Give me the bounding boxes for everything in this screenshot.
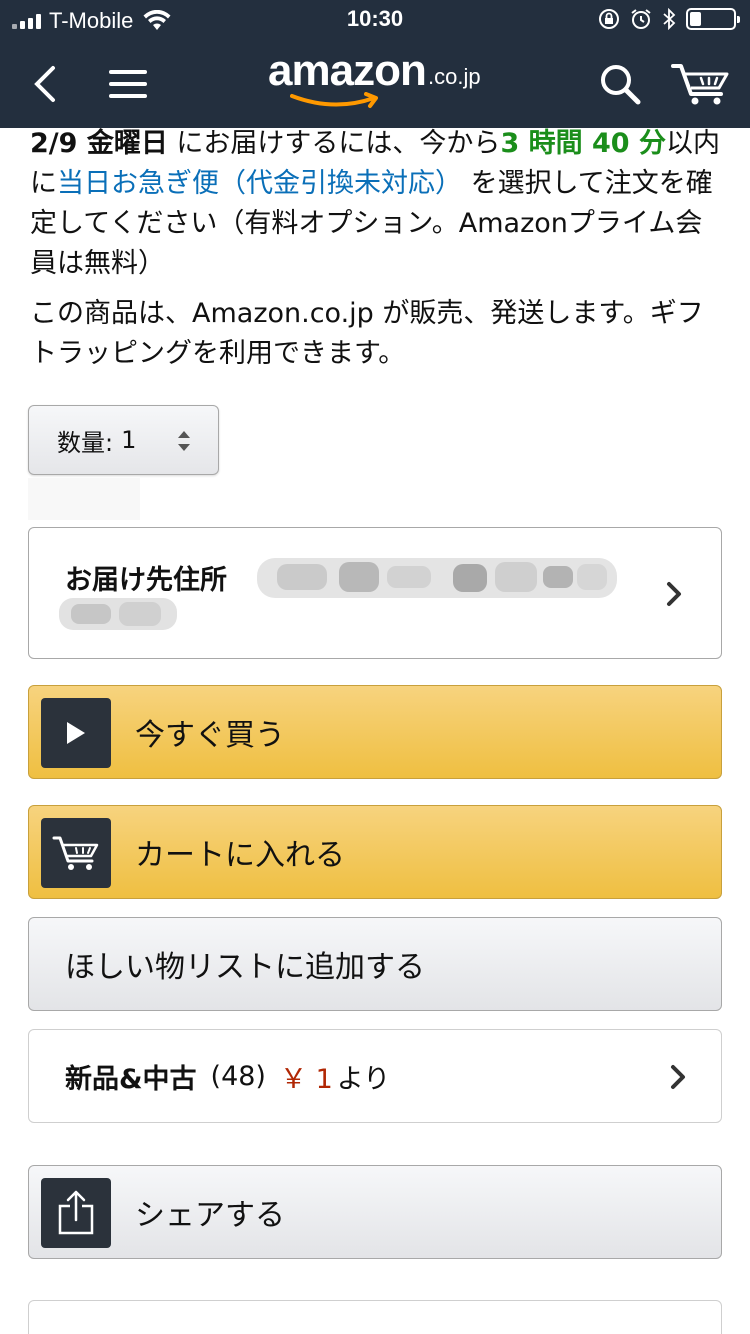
quantity-value: 1 (121, 426, 137, 454)
battery-level (690, 12, 701, 26)
play-icon (67, 722, 85, 744)
add-to-wishlist-button[interactable]: ほしい物リストに追加する (28, 917, 722, 1011)
alarm-icon (631, 9, 651, 29)
back-button[interactable] (14, 54, 74, 114)
logo-wordmark: amazon (268, 46, 427, 95)
add-to-cart-icon-box (41, 818, 111, 888)
share-label: シェアする (135, 1198, 285, 1233)
redacted-address-line-1 (257, 558, 617, 598)
next-section-card (28, 1300, 722, 1334)
quantity-selector[interactable]: 数量: 1 (28, 405, 219, 475)
add-to-cart-button[interactable]: カートに入れる (28, 805, 722, 899)
bluetooth-icon (663, 8, 676, 30)
address-label: お届け先住所 (65, 565, 227, 596)
new-and-used-offers-row[interactable]: 新品&中古 (48) ￥ 1 より (28, 1029, 722, 1123)
chevron-right-icon (671, 1065, 685, 1089)
same-day-delivery-link[interactable]: 当日お急ぎ便（代金引換未対応） (57, 168, 462, 199)
cart-icon (671, 64, 729, 105)
quantity-label: 数量: (57, 428, 114, 457)
buy-now-label: 今すぐ買う (135, 718, 285, 753)
logo-domain: .co.jp (428, 64, 481, 89)
delivery-message: 2/9 金曜日 にお届けするには、今から3 時間 40 分以内に当日お急ぎ便（代… (30, 124, 720, 284)
back-icon (34, 66, 55, 102)
cart-icon (52, 836, 99, 870)
search-icon (601, 65, 641, 105)
app-header: T-Mobile 10:30 amazon .co.jp (0, 0, 750, 128)
smile-arrow-icon (290, 92, 378, 108)
amazon-logo[interactable]: amazon .co.jp (268, 46, 488, 116)
share-icon-box (41, 1178, 111, 1248)
delivery-date: 2/9 金曜日 (30, 128, 168, 159)
cart-button[interactable] (666, 54, 736, 114)
faded-placeholder (28, 478, 140, 520)
lowest-price: ￥ 1 (279, 1063, 333, 1095)
delivery-text-1: にお届けするには、今から (167, 128, 501, 159)
status-bar: T-Mobile 10:30 (0, 0, 750, 40)
menu-icon (109, 70, 147, 98)
buy-now-icon-box (41, 698, 111, 768)
seller-note: この商品は、Amazon.co.jp が販売、発送します。ギフトラッピングを利用… (30, 298, 704, 369)
menu-button[interactable] (98, 54, 158, 114)
price-suffix: より (336, 1063, 391, 1095)
offer-count: (48) (210, 1060, 266, 1092)
add-to-wishlist-label: ほしい物リストに追加する (65, 950, 425, 985)
delivery-address-row[interactable]: お届け先住所 (28, 527, 722, 659)
search-button[interactable] (590, 54, 650, 114)
updown-arrows-icon (178, 431, 190, 451)
delivery-countdown: 3 時間 40 分 (500, 128, 666, 159)
share-icon (58, 1190, 94, 1235)
redacted-address-line-2 (59, 598, 177, 630)
share-button[interactable]: シェアする (28, 1165, 722, 1259)
nav-bar: amazon .co.jp (0, 40, 750, 128)
buy-now-button[interactable]: 今すぐ買う (28, 685, 722, 779)
orientation-lock-icon (599, 9, 619, 29)
new-used-label: 新品&中古 (65, 1063, 197, 1095)
battery-icon (686, 8, 740, 30)
chevron-right-icon (667, 582, 681, 606)
add-to-cart-label: カートに入れる (135, 838, 345, 873)
